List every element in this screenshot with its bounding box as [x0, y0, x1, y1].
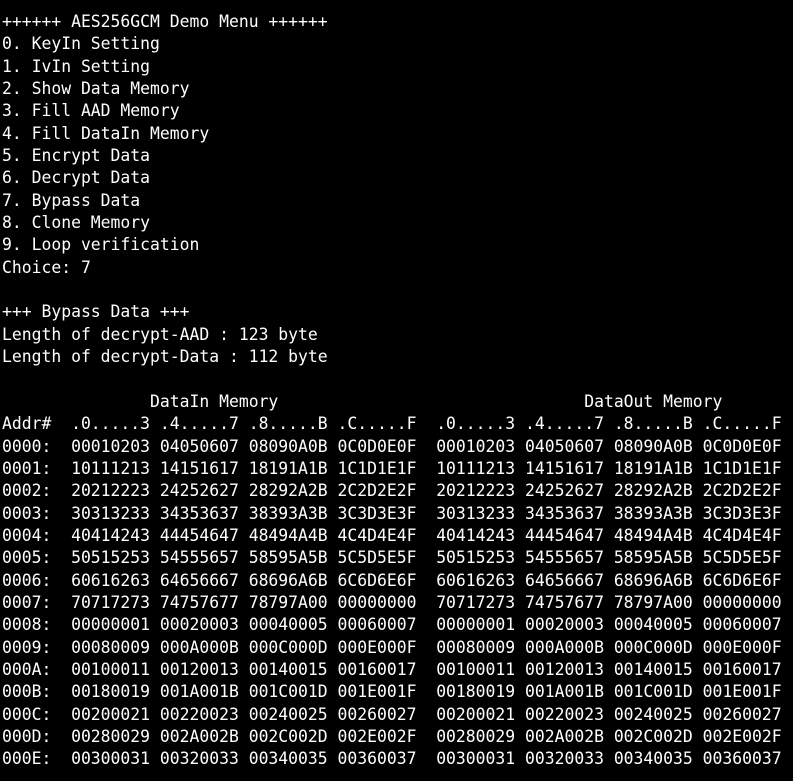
- menu-item-decrypt-data: 6. Decrypt Data: [2, 168, 151, 188]
- menu-item-ivin-setting: 1. IvIn Setting: [2, 56, 151, 76]
- memory-column-header: Addr# .0.....3 .4.....7 .8.....B .C.....…: [2, 414, 782, 434]
- menu-item-loop-verification: 9. Loop verification: [2, 235, 200, 255]
- console-window[interactable]: ++++++ AES256GCM Demo Menu ++++++ 0. Key…: [0, 0, 793, 781]
- memory-dump-row: 0006: 60616263 64656667 68696A6B 6C6D6E6…: [2, 570, 782, 590]
- memory-dump-row: 000A: 00100011 00120013 00140015 0016001…: [2, 659, 782, 679]
- memory-dump-row: 0001: 10111213 14151617 18191A1B 1C1D1E1…: [2, 458, 782, 478]
- aad-length-line: Length of decrypt-AAD : 123 byte: [2, 324, 318, 344]
- memory-dump-row: 0008: 00000001 00020003 00040005 0006000…: [2, 615, 782, 635]
- menu-item-bypass-data: 7. Bypass Data: [2, 190, 141, 210]
- memory-dump-row: 000C: 00200021 00220023 00240025 0026002…: [2, 704, 782, 724]
- memory-section-titles: DataIn Memory DataOut Memory: [2, 391, 723, 411]
- memory-dump-row: 0009: 00080009 000A000B 000C000D 000E000…: [2, 637, 782, 657]
- memory-dump-row: 000E: 00300031 00320033 00340035 0036003…: [2, 749, 782, 769]
- bypass-header: +++ Bypass Data +++: [2, 302, 190, 322]
- menu-item-clone-memory: 8. Clone Memory: [2, 213, 151, 233]
- memory-dump-row: 0000: 00010203 04050607 08090A0B 0C0D0E0…: [2, 436, 782, 456]
- memory-dump-row: 0007: 70717273 74757677 78797A00 0000000…: [2, 592, 782, 612]
- memory-dump-row: 0005: 50515253 54555657 58595A5B 5C5D5E5…: [2, 548, 782, 568]
- memory-dump-row: 000B: 00180019 001A001B 001C001D 001E001…: [2, 682, 782, 702]
- data-length-line: Length of decrypt-Data : 112 byte: [2, 347, 328, 367]
- memory-dump-row: 0004: 40414243 44454647 48494A4B 4C4D4E4…: [2, 525, 782, 545]
- menu-title: ++++++ AES256GCM Demo Menu ++++++: [2, 12, 328, 31]
- menu-item-show-data-memory: 2. Show Data Memory: [2, 79, 190, 99]
- memory-dump-row: 000D: 00280029 002A002B 002C002D 002E002…: [2, 727, 782, 746]
- menu-item-fill-aad-memory: 3. Fill AAD Memory: [2, 101, 180, 121]
- menu-item-fill-datain-memory: 4. Fill DataIn Memory: [2, 123, 210, 143]
- memory-dump-row: 0003: 30313233 34353637 38393A3B 3C3D3E3…: [2, 503, 782, 523]
- choice-prompt: Choice: 7: [2, 257, 91, 277]
- memory-dump: 0000: 00010203 04050607 08090A0B 0C0D0E0…: [2, 436, 793, 771]
- menu-item-encrypt-data: 5. Encrypt Data: [2, 146, 151, 166]
- menu-item-keyin-setting: 0. KeyIn Setting: [2, 34, 160, 54]
- memory-dump-row: 0002: 20212223 24252627 28292A2B 2C2D2E2…: [2, 481, 782, 501]
